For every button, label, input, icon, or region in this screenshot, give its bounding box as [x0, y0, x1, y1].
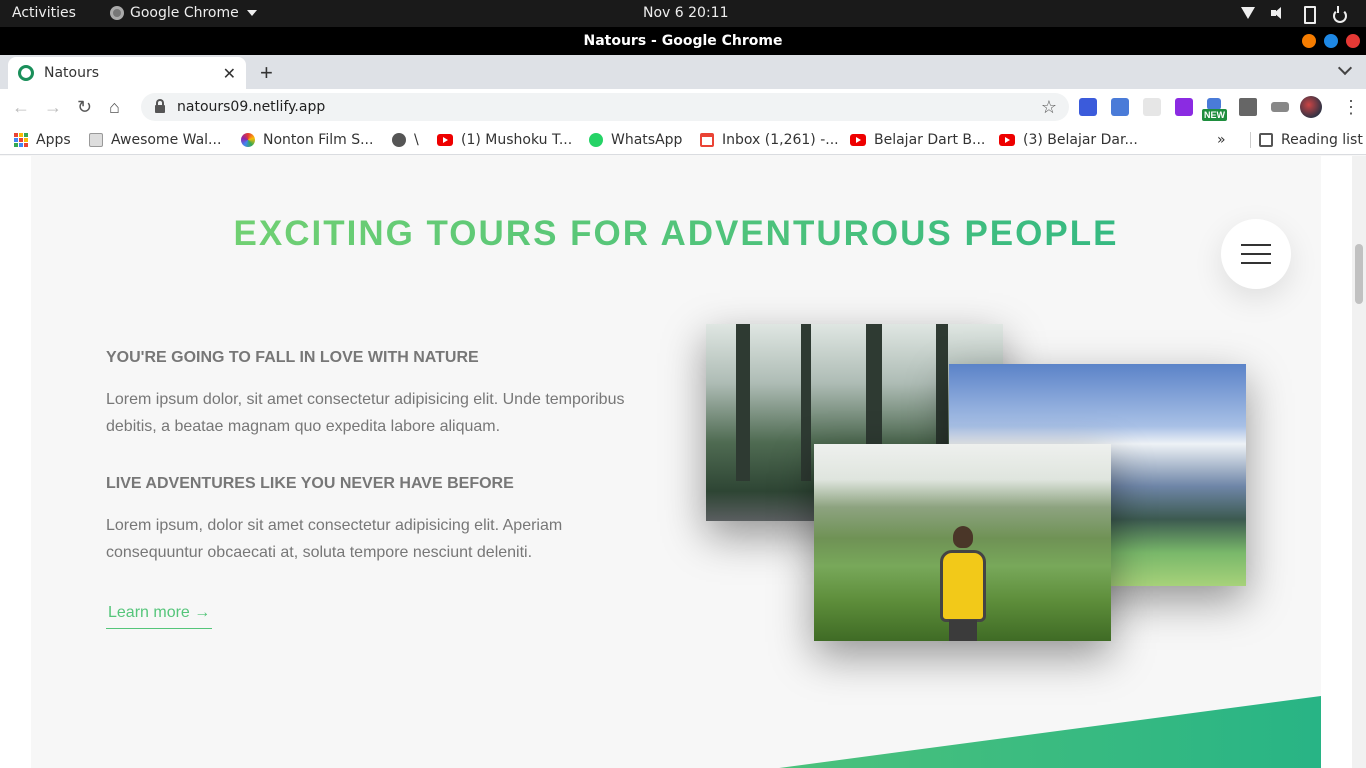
- hamburger-menu-button[interactable]: [1221, 219, 1291, 289]
- tree-trunk: [736, 324, 750, 481]
- close-window-button[interactable]: [1346, 34, 1360, 48]
- bookmark-label: (1) Mushoku T...: [461, 132, 573, 148]
- new-tab-button[interactable]: +: [260, 60, 273, 86]
- window-title: Natours - Google Chrome: [583, 33, 783, 49]
- hiker-figure: [934, 526, 992, 641]
- hiker-legs: [949, 620, 977, 641]
- bookmark-belajar-dart[interactable]: Belajar Dart B...: [850, 132, 985, 148]
- bookmarks-overflow-button[interactable]: »: [1217, 132, 1226, 148]
- bookmark-backslash[interactable]: \: [392, 132, 419, 148]
- reload-button[interactable]: ↻: [77, 97, 92, 118]
- scrollbar-thumb[interactable]: [1355, 244, 1363, 304]
- wifi-icon: [1240, 5, 1256, 21]
- next-section-gradient-edge: [779, 696, 1321, 768]
- browser-toolbar: ← → ↻ ⌂ natours09.netlify.app ☆: [0, 89, 1366, 125]
- hamburger-line: [1241, 244, 1271, 246]
- youtube-icon: [850, 134, 866, 146]
- youtube-icon: [999, 134, 1015, 146]
- volume-icon: [1270, 5, 1286, 21]
- bookmark-label: (3) Belajar Dar...: [1023, 132, 1138, 148]
- minimize-button[interactable]: [1302, 34, 1316, 48]
- home-button[interactable]: ⌂: [109, 97, 120, 118]
- clock[interactable]: Nov 6 20:11: [643, 5, 728, 21]
- tab-natours[interactable]: Natours ✕: [8, 57, 246, 89]
- bookmark-star-icon[interactable]: ☆: [1041, 97, 1057, 118]
- url-text[interactable]: natours09.netlify.app: [177, 99, 1041, 115]
- close-tab-icon[interactable]: ✕: [223, 64, 236, 83]
- bookmark-belajar-dart-2[interactable]: (3) Belajar Dar...: [999, 132, 1138, 148]
- tab-strip: Natours ✕ +: [0, 55, 1366, 89]
- hiker-head: [953, 526, 973, 548]
- profile-avatar[interactable]: [1300, 96, 1322, 118]
- feature-text: Lorem ipsum, dolor sit amet consectetur …: [106, 517, 563, 561]
- flower-icon: [241, 133, 255, 147]
- activities-button[interactable]: Activities: [12, 5, 76, 21]
- bookmark-label: WhatsApp: [611, 132, 683, 148]
- youtube-icon: [437, 134, 453, 146]
- app-menu[interactable]: Google Chrome: [110, 5, 257, 21]
- media-controls-icon[interactable]: [1271, 102, 1289, 112]
- apps-grid-icon: [14, 133, 28, 147]
- system-tray[interactable]: [1240, 5, 1347, 24]
- bookmark-awesome[interactable]: Awesome Wal...: [89, 132, 221, 148]
- extension-1-icon[interactable]: [1079, 98, 1097, 116]
- bookmark-label: Nonton Film S...: [263, 132, 374, 148]
- bookmark-label: Awesome Wal...: [111, 132, 222, 148]
- learn-more-link[interactable]: Learn more →: [106, 602, 213, 629]
- extensions-puzzle-icon[interactable]: [1239, 98, 1257, 116]
- bookmarks-bar: Apps Awesome Wal... Nonton Film S... \ (…: [0, 125, 1366, 155]
- chrome-menu-icon[interactable]: ⋮: [1342, 97, 1360, 118]
- bookmark-label: \: [414, 132, 419, 148]
- whatsapp-icon: [589, 133, 603, 147]
- globe-icon: [392, 133, 406, 147]
- feature-text: Lorem ipsum dolor, sit amet consectetur …: [106, 391, 625, 435]
- back-button[interactable]: ←: [12, 97, 30, 118]
- bookmark-whatsapp[interactable]: WhatsApp: [589, 132, 682, 148]
- page-viewport: EXCITING TOURS FOR ADVENTUROUS PEOPLE YO…: [0, 156, 1366, 768]
- bookmark-inbox[interactable]: Inbox (1,261) -...: [700, 132, 839, 148]
- feature-title: YOU'RE GOING TO FALL IN LOVE WITH NATURE: [106, 349, 479, 366]
- gmail-icon: [700, 133, 714, 147]
- extension-4-icon[interactable]: [1175, 98, 1193, 116]
- awesome-icon: [89, 133, 103, 147]
- caret-down-icon: [246, 10, 257, 16]
- forward-button[interactable]: →: [44, 97, 62, 118]
- power-icon: [1330, 5, 1347, 23]
- tab-search-chevron-icon[interactable]: [1337, 60, 1353, 76]
- natours-favicon-icon: [18, 65, 34, 81]
- battery-icon: [1300, 5, 1316, 24]
- maximize-button[interactable]: [1324, 34, 1338, 48]
- hamburger-line: [1241, 253, 1271, 255]
- hamburger-line: [1241, 262, 1271, 264]
- about-section: EXCITING TOURS FOR ADVENTUROUS PEOPLE YO…: [31, 156, 1321, 768]
- bookmark-nonton-film[interactable]: Nonton Film S...: [241, 132, 373, 148]
- bookmark-mushoku[interactable]: (1) Mushoku T...: [437, 132, 572, 148]
- tree-trunk: [801, 324, 811, 481]
- chrome-icon: [110, 6, 124, 20]
- section-heading: EXCITING TOURS FOR ADVENTUROUS PEOPLE: [31, 214, 1321, 254]
- hiker-backpack: [940, 550, 986, 622]
- system-top-bar: Activities Google Chrome Nov 6 20:11: [0, 0, 1366, 27]
- window-controls: [1302, 34, 1360, 48]
- window-title-bar: Natours - Google Chrome: [0, 27, 1366, 55]
- reading-list-button[interactable]: Reading list: [1250, 132, 1363, 148]
- reading-list-icon: [1259, 133, 1273, 147]
- tab-title: Natours: [44, 65, 100, 81]
- extension-3-icon[interactable]: [1143, 98, 1161, 116]
- bookmark-label: Apps: [36, 132, 71, 148]
- feature-title: LIVE ADVENTURES LIKE YOU NEVER HAVE BEFO…: [106, 475, 514, 492]
- reading-list-label: Reading list: [1281, 132, 1363, 148]
- lock-icon[interactable]: [155, 99, 165, 113]
- bookmark-label: Inbox (1,261) -...: [722, 132, 839, 148]
- translate-extension-icon[interactable]: [1111, 98, 1129, 116]
- address-bar[interactable]: natours09.netlify.app ☆: [141, 93, 1069, 121]
- hiker-meadow-photo[interactable]: [814, 444, 1111, 641]
- new-badge: NEW: [1202, 109, 1227, 121]
- app-menu-label: Google Chrome: [130, 5, 239, 21]
- bookmark-apps[interactable]: Apps: [14, 132, 71, 148]
- page-scrollbar[interactable]: [1352, 156, 1366, 768]
- bookmark-label: Belajar Dart B...: [874, 132, 986, 148]
